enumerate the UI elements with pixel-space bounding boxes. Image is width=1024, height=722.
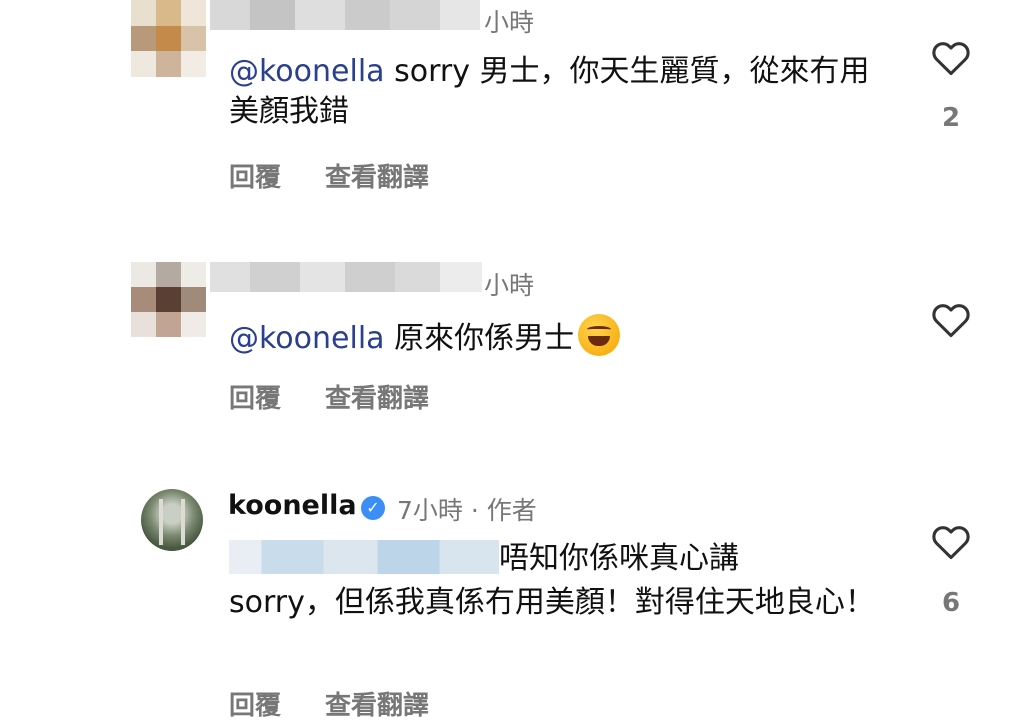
comment-text: 唔知你係咪真心講 sorry，但係我真係冇用美顏！對得住天地良心！: [229, 537, 899, 625]
comment-text: @koonella sorry 男士，你天生麗質，從來冇用美顏我錯: [229, 52, 899, 132]
avatar[interactable]: [131, 262, 206, 337]
mention-blurred[interactable]: [229, 540, 499, 574]
rolling-laughing-emoji-icon: [578, 314, 621, 356]
mention-link[interactable]: @koonella: [229, 321, 385, 356]
avatar[interactable]: [141, 489, 203, 551]
see-translation-button[interactable]: 查看翻譯: [325, 691, 429, 721]
heart-outline-icon[interactable]: [931, 40, 971, 76]
comment-time: 小時: [484, 271, 535, 300]
author-label: 作者: [486, 496, 537, 525]
comment-time: 7小時 · 作者: [397, 496, 537, 525]
reply-button[interactable]: 回覆: [229, 691, 281, 721]
heart-outline-icon[interactable]: [931, 524, 971, 560]
comment-body-line1: 唔知你係咪真心講: [499, 541, 739, 576]
comment-body-rest: sorry，但係我真係冇用美顏！對得住天地良心！: [229, 585, 875, 620]
avatar[interactable]: [131, 0, 206, 77]
like-count: 6: [941, 588, 961, 618]
verified-badge-icon: ✓: [361, 496, 385, 520]
heart-outline-icon[interactable]: [931, 302, 971, 338]
comment-text: @koonella 原來你係男士: [229, 314, 899, 359]
comment-time: 小時: [484, 8, 535, 37]
comment-actions: 回覆 查看翻譯: [229, 378, 473, 415]
reply-button[interactable]: 回覆: [229, 163, 281, 193]
like-count: 2: [941, 103, 961, 133]
comment-body: 原來你係男士: [384, 321, 575, 356]
username-blurred[interactable]: [210, 0, 480, 30]
comment-actions: 回覆 查看翻譯: [229, 157, 473, 194]
mention-link[interactable]: @koonella: [229, 54, 385, 89]
see-translation-button[interactable]: 查看翻譯: [325, 384, 429, 414]
comment-actions: 回覆 查看翻譯: [229, 685, 473, 722]
reply-button[interactable]: 回覆: [229, 384, 281, 414]
username[interactable]: koonella: [228, 490, 357, 521]
see-translation-button[interactable]: 查看翻譯: [325, 163, 429, 193]
username-blurred[interactable]: [210, 262, 482, 292]
